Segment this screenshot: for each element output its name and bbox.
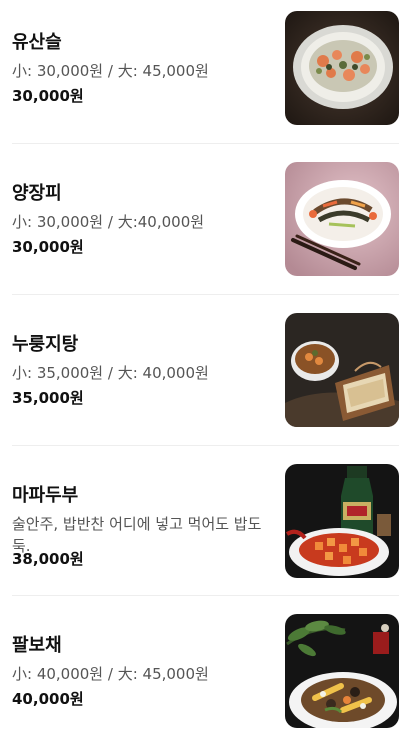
menu-item-mapadubu[interactable]: 마파두부 술안주, 밥반찬 어디에 넣고 먹어도 밥도둑. 38,000원 [12,464,399,580]
divider [12,143,399,144]
menu-item-name: 마파두부 [12,485,79,506]
menu-item-palbochae[interactable]: 팔보채 小: 40,000원 / 大: 45,000원 40,000원 [12,614,399,730]
menu-item-name: 양장피 [12,183,62,204]
menu-item-description: 小: 30,000원 / 大: 45,000원 [12,62,209,80]
menu-item-name: 누룽지탕 [12,334,79,355]
divider [12,595,399,596]
menu-item-photo[interactable] [285,162,399,276]
menu-item-photo[interactable] [285,614,399,728]
menu-item-photo[interactable] [285,313,399,427]
divider [12,294,399,295]
menu-item-name: 유산슬 [12,32,62,53]
menu-item-description: 小: 40,000원 / 大: 45,000원 [12,665,209,683]
menu-item-description: 小: 35,000원 / 大: 40,000원 [12,364,209,382]
menu-item-nurungjitang[interactable]: 누룽지탕 小: 35,000원 / 大: 40,000원 35,000원 [12,313,399,429]
divider [12,445,399,446]
menu-item-description: 小: 30,000원 / 大:40,000원 [12,213,205,231]
menu-item-price: 40,000원 [12,690,84,708]
menu-item-photo[interactable] [285,464,399,578]
menu-item-yangjangpi[interactable]: 양장피 小: 30,000원 / 大:40,000원 30,000원 [12,162,399,278]
menu-item-name: 팔보채 [12,635,62,656]
menu-item-price: 35,000원 [12,389,84,407]
menu-item-price: 38,000원 [12,550,84,568]
menu-item-price: 30,000원 [12,238,84,256]
menu-item-yusanseul[interactable]: 유산슬 小: 30,000원 / 大: 45,000원 30,000원 [12,11,399,127]
menu-item-price: 30,000원 [12,87,84,105]
menu-item-photo[interactable] [285,11,399,125]
